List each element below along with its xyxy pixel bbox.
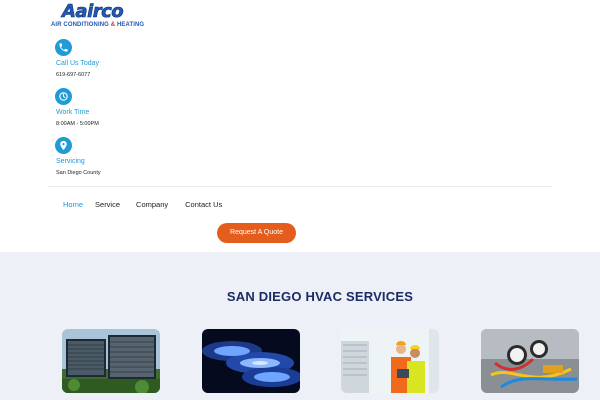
clock-icon — [55, 88, 72, 105]
nav-item-company[interactable]: Company — [136, 200, 168, 210]
company-logo[interactable]: Aairco AIR CONDITIONING & HEATING — [51, 1, 146, 30]
service-card-ac-units[interactable] — [62, 329, 160, 393]
nav-item-service[interactable]: Service — [95, 200, 120, 210]
services-section: SAN DIEGO HVAC SERVICES — [0, 252, 600, 400]
nav-item-contact-us[interactable]: Contact Us — [185, 200, 222, 210]
logo-wordmark: Aairco — [62, 1, 124, 22]
phone-icon — [55, 39, 72, 56]
contact-area: Servicing San Diego County — [55, 137, 101, 176]
nav-item-home[interactable]: Home — [63, 200, 83, 210]
logo-tagline: AIR CONDITIONING & HEATING — [51, 22, 145, 28]
maintenance-image — [481, 329, 579, 393]
request-quote-button[interactable]: Request A Quote — [217, 223, 296, 243]
main-nav: Home Service Company Contact Us — [63, 200, 234, 210]
header-divider — [48, 186, 552, 187]
location-pin-icon — [55, 137, 72, 154]
technicians-image — [341, 329, 439, 393]
contact-hours-value: 8:00AM - 5:00PM — [56, 121, 99, 127]
contact-hours-label: Work Time — [56, 109, 90, 116]
service-card-technicians[interactable] — [341, 329, 439, 393]
contact-area-value: San Diego County — [56, 170, 101, 176]
contact-phone-value[interactable]: 619-697-6077 — [56, 72, 90, 78]
service-card-furnace[interactable] — [202, 329, 300, 393]
ac-units-image — [62, 329, 160, 393]
contact-phone-label: Call Us Today — [56, 60, 100, 67]
contact-hours: Work Time 8:00AM - 5:00PM — [55, 88, 99, 127]
services-title: SAN DIEGO HVAC SERVICES — [226, 289, 414, 304]
contact-phone: Call Us Today 619-697-6077 — [55, 39, 99, 78]
contact-area-label: Servicing — [56, 158, 85, 165]
furnace-image — [202, 329, 300, 393]
service-card-maintenance[interactable] — [481, 329, 579, 393]
